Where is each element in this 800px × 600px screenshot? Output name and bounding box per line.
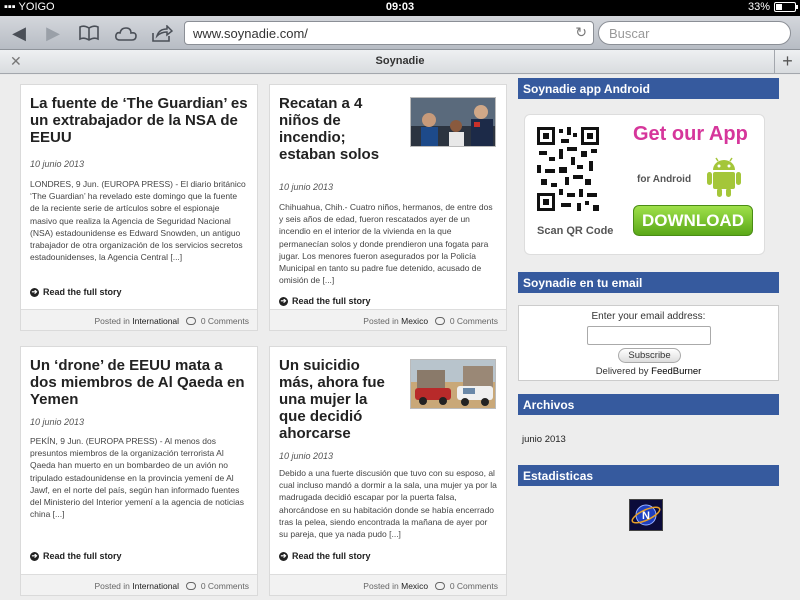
read-more-label: Read the full story	[292, 296, 371, 306]
sidebar-heading-email: Soynadie en tu email	[518, 272, 779, 293]
post-date: 10 junio 2013	[30, 417, 85, 427]
read-more-label: Read the full story	[43, 287, 122, 297]
comment-icon	[435, 582, 446, 590]
delivered-by-label: Delivered by	[595, 366, 649, 377]
page-content: La fuente de ‘The Guardian’ es un extrab…	[0, 75, 800, 600]
post-date: 10 junio 2013	[279, 451, 334, 461]
stats-counter-icon[interactable]: N	[629, 499, 663, 531]
qr-caption: Scan QR Code	[537, 225, 614, 237]
search-input[interactable]: Buscar	[598, 21, 791, 45]
arrow-circle-icon: ➔	[279, 296, 288, 306]
feedburner-link[interactable]: FeedBurner	[651, 366, 701, 377]
post-date: 10 junio 2013	[279, 182, 334, 192]
subscribe-button[interactable]: Subscribe	[618, 348, 681, 363]
download-button[interactable]: DOWNLOAD	[633, 205, 753, 236]
android-icon	[707, 157, 741, 197]
browser-toolbar: ◀ ▶ www.soynadie.com/ ↻ Buscar	[0, 16, 800, 50]
battery-fill	[776, 4, 782, 10]
search-placeholder: Buscar	[609, 26, 650, 41]
back-icon[interactable]: ◀	[10, 22, 28, 44]
posted-in-label: Posted in	[363, 316, 399, 326]
post-excerpt: Chihuahua, Chih.- Cuatro niños, hermanos…	[279, 202, 493, 286]
comment-icon	[186, 317, 197, 325]
sidebar-heading-stats: Estadisticas	[518, 465, 779, 486]
post-footer: Posted in Mexico 0 Comments	[270, 574, 506, 595]
for-android-label: for Android	[637, 174, 692, 185]
comment-icon	[186, 582, 197, 590]
post-card: Un suicidio más, ahora fue una mujer la …	[269, 346, 507, 596]
forward-icon[interactable]: ▶	[44, 22, 62, 44]
read-more-link[interactable]: ➔ Read the full story	[279, 296, 371, 306]
category-link[interactable]: International	[132, 581, 179, 591]
battery-indicator: 33%	[747, 1, 798, 13]
arrow-circle-icon: ➔	[279, 551, 288, 561]
category-link[interactable]: Mexico	[401, 316, 428, 326]
post-title[interactable]: Un ‘drone’ de EEUU mata a dos miembros d…	[21, 347, 257, 408]
email-subscribe-box: Enter your email address: Subscribe Deli…	[518, 305, 779, 381]
post-card: Un ‘drone’ de EEUU mata a dos miembros d…	[20, 346, 258, 596]
reload-icon[interactable]: ↻	[575, 24, 587, 41]
post-footer: Posted in International 0 Comments	[21, 309, 257, 330]
post-date: 10 junio 2013	[30, 159, 85, 169]
android-app-banner[interactable]: Scan QR Code Get our App for Android DOW…	[524, 114, 765, 255]
url-text: www.soynadie.com/	[193, 26, 308, 41]
post-thumbnail[interactable]	[410, 359, 496, 409]
battery-percent: 33%	[747, 1, 770, 13]
tab-bar: ✕ Soynadie +	[0, 50, 800, 74]
battery-icon	[774, 2, 798, 12]
post-excerpt: LONDRES, 9 Jun. (EUROPA PRESS) - El diar…	[30, 179, 246, 263]
tab-title[interactable]: Soynadie	[0, 55, 800, 67]
post-footer: Posted in Mexico 0 Comments	[270, 309, 506, 330]
read-more-link[interactable]: ➔ Read the full story	[30, 551, 122, 561]
post-excerpt: Debido a una fuerte discusión que tuvo c…	[279, 468, 497, 540]
status-bar: ▪▪▪ YOIGO 09:03 33%	[0, 0, 800, 16]
sidebar-heading-archive: Archivos	[518, 394, 779, 415]
read-more-label: Read the full story	[292, 551, 371, 561]
bookmarks-icon[interactable]	[78, 22, 100, 44]
delivered-by: Delivered by FeedBurner	[519, 366, 778, 377]
post-thumbnail[interactable]	[410, 97, 496, 147]
category-link[interactable]: International	[132, 316, 179, 326]
category-link[interactable]: Mexico	[401, 581, 428, 591]
comments-link[interactable]: 0 Comments	[450, 316, 498, 326]
read-more-link[interactable]: ➔ Read the full story	[30, 287, 122, 297]
get-app-label: Get our App	[633, 123, 748, 145]
read-more-label: Read the full story	[43, 551, 122, 561]
read-more-link[interactable]: ➔ Read the full story	[279, 551, 371, 561]
arrow-circle-icon: ➔	[30, 551, 39, 561]
url-field[interactable]: www.soynadie.com/ ↻	[184, 21, 594, 45]
email-field[interactable]	[587, 326, 711, 345]
email-label: Enter your email address:	[591, 311, 706, 322]
share-icon[interactable]	[150, 22, 174, 44]
posted-in-label: Posted in	[363, 581, 399, 591]
new-tab-button[interactable]: +	[774, 50, 800, 73]
post-footer: Posted in International 0 Comments	[21, 574, 257, 595]
posted-in-label: Posted in	[94, 581, 130, 591]
post-excerpt: PEKÍN, 9 Jun. (EUROPA PRESS) - Al menos …	[30, 436, 245, 520]
comments-link[interactable]: 0 Comments	[450, 581, 498, 591]
posted-in-label: Posted in	[94, 316, 130, 326]
comment-icon	[435, 317, 446, 325]
post-title[interactable]: Recatan a 4 niños de incendio; estaban s…	[270, 85, 400, 163]
post-card: La fuente de ‘The Guardian’ es un extrab…	[20, 84, 258, 331]
post-card: Recatan a 4 niños de incendio; estaban s…	[269, 84, 507, 331]
archive-link[interactable]: junio 2013	[522, 434, 566, 445]
comments-link[interactable]: 0 Comments	[201, 316, 249, 326]
sidebar-heading-app: Soynadie app Android	[518, 78, 779, 99]
cloud-icon[interactable]	[114, 22, 138, 44]
qr-code	[537, 127, 599, 211]
svg-text:N: N	[642, 510, 650, 522]
comments-link[interactable]: 0 Comments	[201, 581, 249, 591]
arrow-circle-icon: ➔	[30, 287, 39, 297]
clock: 09:03	[385, 1, 415, 13]
post-title[interactable]: Un suicidio más, ahora fue una mujer la …	[270, 347, 400, 442]
post-title[interactable]: La fuente de ‘The Guardian’ es un extrab…	[21, 85, 257, 146]
